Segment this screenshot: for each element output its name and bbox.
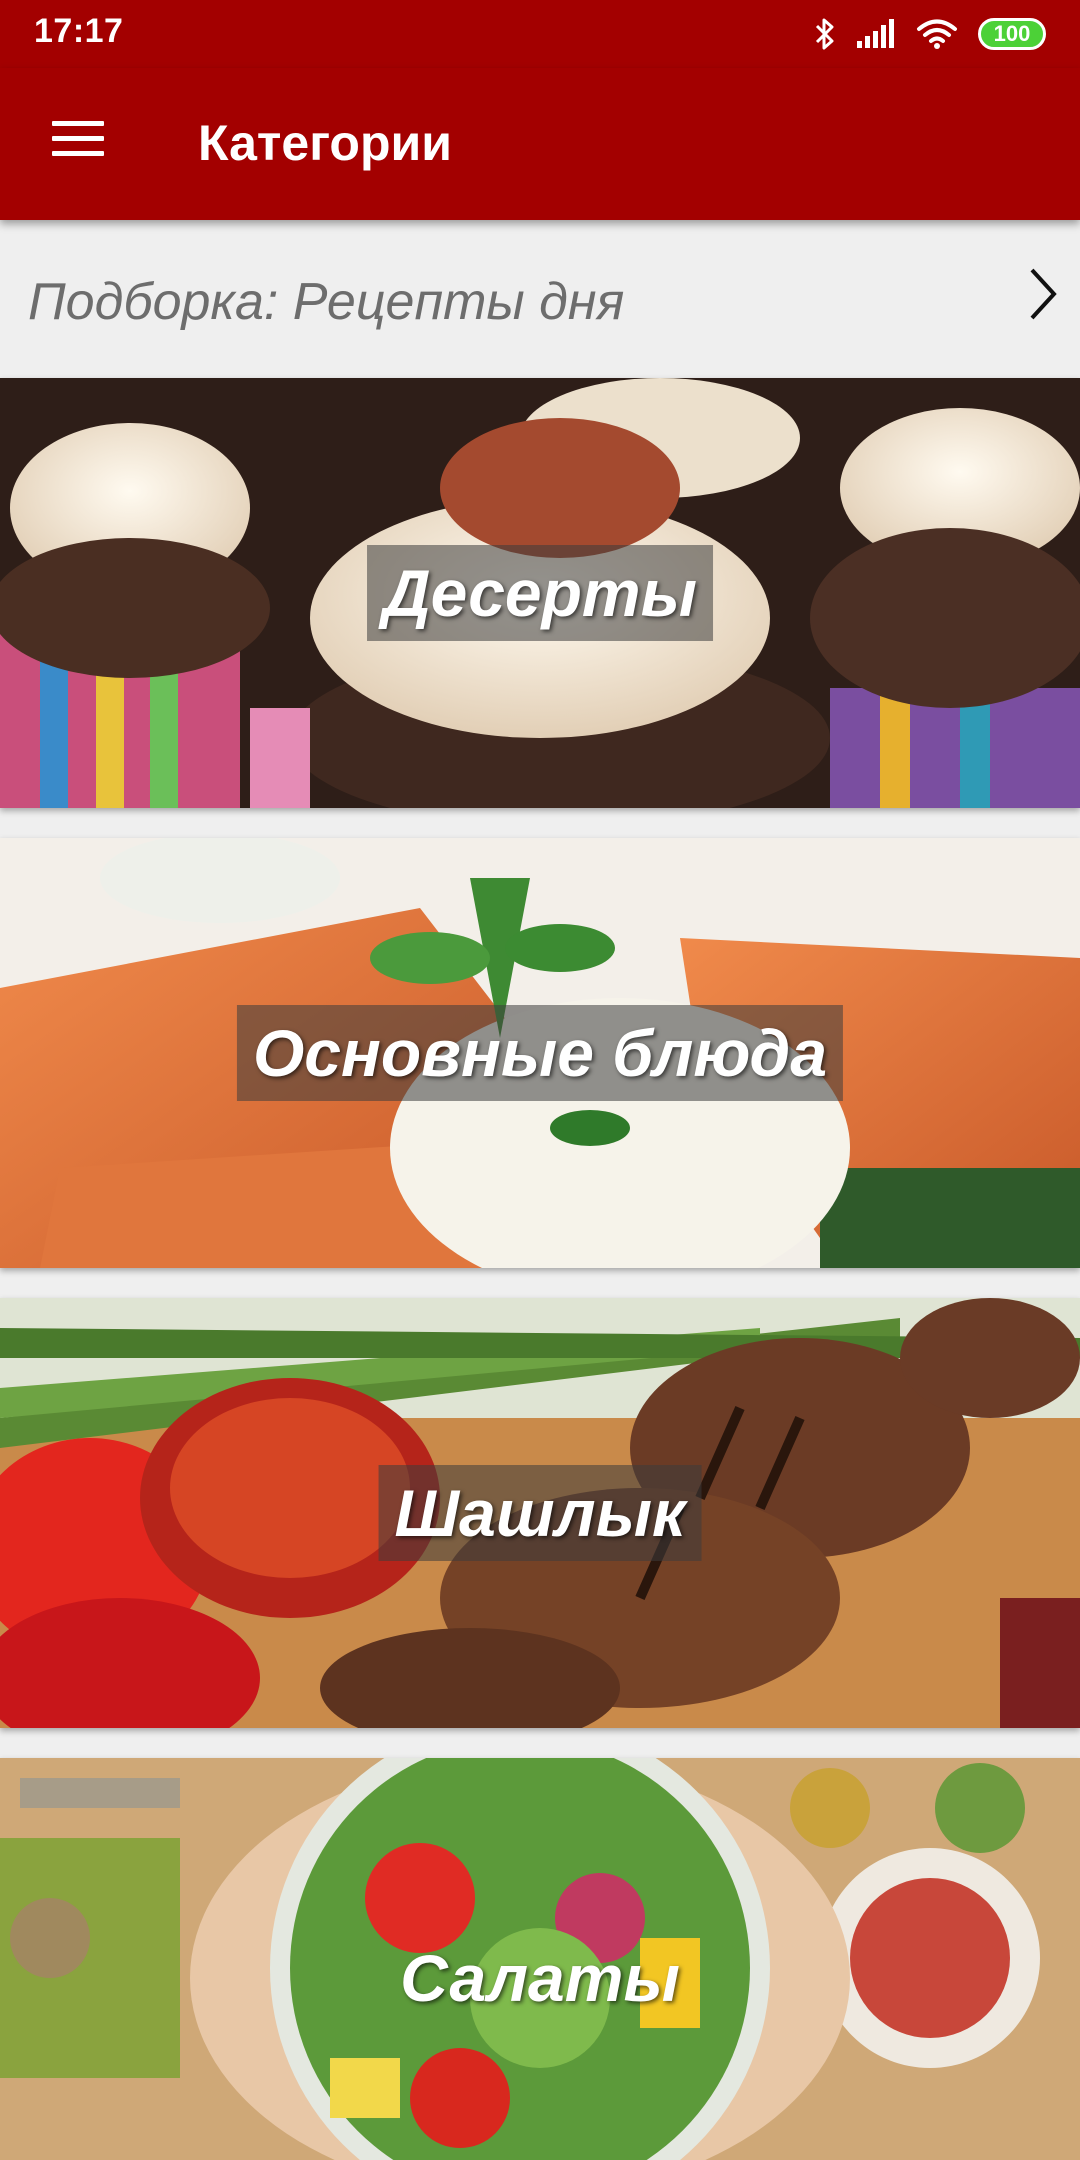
app-bar: Категории bbox=[0, 68, 1080, 220]
category-card-shashlik[interactable]: Шашлык bbox=[0, 1298, 1080, 1728]
bluetooth-icon bbox=[814, 17, 836, 51]
category-card-main-dishes[interactable]: Основные блюда bbox=[0, 838, 1080, 1268]
category-label: Основные блюда bbox=[236, 1005, 844, 1101]
page-title: Категории bbox=[198, 115, 452, 171]
hamburger-menu-icon bbox=[52, 121, 104, 157]
wifi-icon bbox=[916, 18, 958, 50]
category-card-desserts[interactable]: Десерты bbox=[0, 378, 1080, 808]
category-label: Шашлык bbox=[378, 1465, 702, 1561]
chevron-right-icon bbox=[1028, 266, 1058, 327]
category-label: Десерты bbox=[367, 545, 713, 641]
battery-icon: 100 bbox=[978, 18, 1046, 50]
selection-label: Подборка: Рецепты дня bbox=[28, 273, 625, 331]
signal-icon bbox=[856, 19, 896, 49]
hamburger-menu-button[interactable] bbox=[40, 108, 116, 170]
recipes-of-the-day-row[interactable]: Подборка: Рецепты дня bbox=[0, 220, 1080, 378]
category-label: Салаты bbox=[400, 1941, 680, 2015]
status-icons: 100 bbox=[814, 14, 1046, 54]
status-bar: 17:17 100 bbox=[0, 0, 1080, 68]
category-card-salads[interactable]: Салаты bbox=[0, 1758, 1080, 2160]
status-time: 17:17 bbox=[34, 12, 124, 50]
